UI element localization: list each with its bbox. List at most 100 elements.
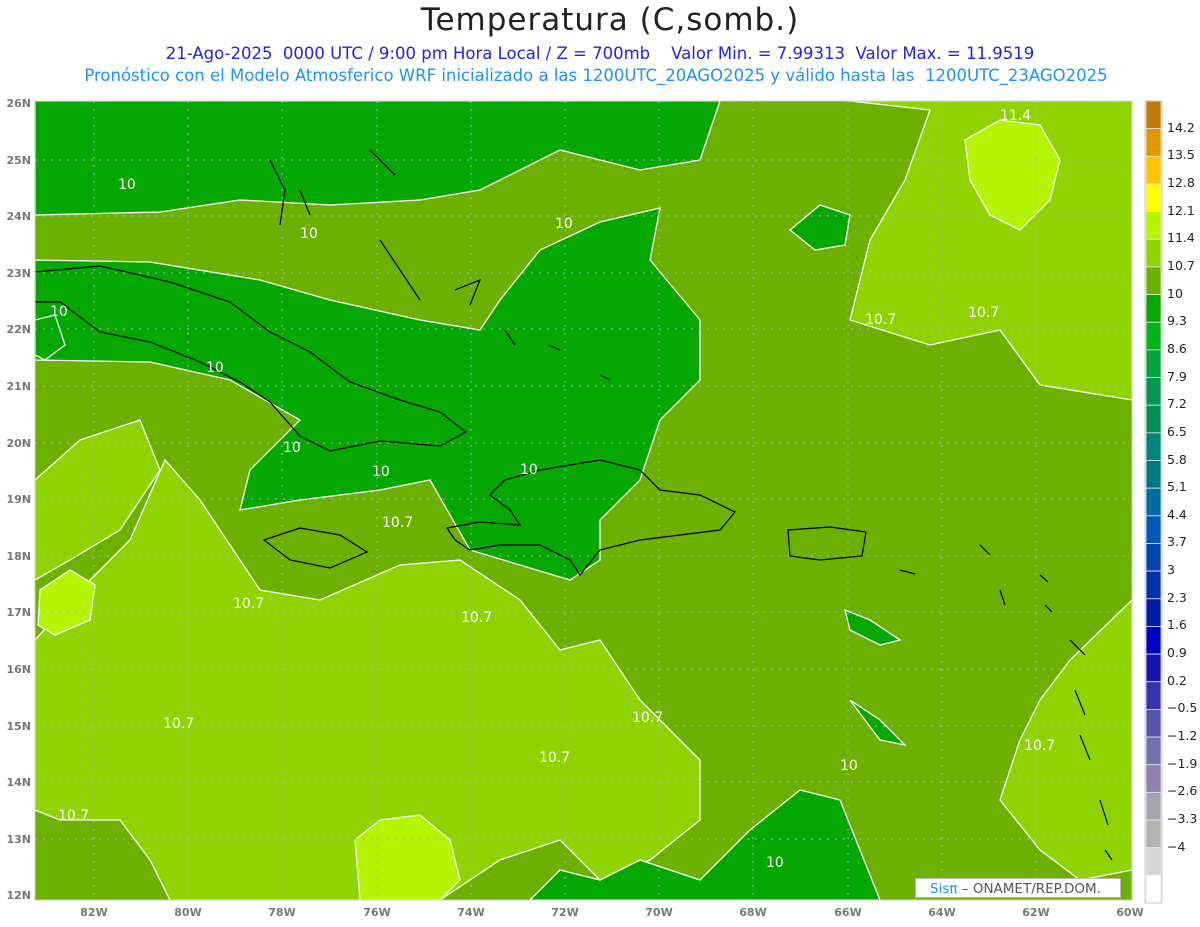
colorbar-swatch — [1145, 238, 1162, 268]
colorbar-swatch — [1145, 155, 1162, 185]
colorbar-label: −3.3 — [1167, 811, 1198, 827]
colorbar-swatch — [1145, 598, 1162, 627]
lat-label: 20N — [6, 437, 31, 450]
colorbar-label: 7.2 — [1167, 396, 1187, 412]
colorbar-swatch — [1145, 100, 1162, 130]
colorbar-swatch — [1145, 653, 1162, 683]
colorbar-label: 0.2 — [1167, 672, 1187, 688]
lon-label: 74W — [457, 906, 484, 919]
lat-label: 13N — [6, 833, 31, 846]
colorbar-swatch — [1145, 266, 1162, 295]
colorbar-swatch — [1145, 183, 1162, 213]
lon-label: 64W — [928, 906, 955, 919]
colorbar-label: −2.6 — [1167, 783, 1198, 799]
contour-label: 10.7 — [632, 710, 663, 726]
lon-label: 66W — [834, 906, 861, 919]
colorbar-label: 3 — [1167, 562, 1175, 578]
colorbar-label: 3.7 — [1167, 534, 1187, 550]
credits-box: Sisπ – ONAMET/REP.DOM. — [915, 878, 1121, 898]
colorbar-swatch — [1145, 487, 1162, 517]
lat-label: 22N — [6, 323, 31, 336]
colorbar-label: −1.2 — [1167, 728, 1198, 744]
colorbar-swatch — [1145, 874, 1162, 904]
lat-label: 25N — [6, 154, 31, 167]
map-fields: 10 10 10 10 10 10 10 10 10 10 10.7 10.7 … — [35, 101, 1132, 900]
colorbar-swatch — [1145, 736, 1162, 766]
colorbar-swatch — [1145, 847, 1162, 876]
colorbar-swatch — [1145, 819, 1162, 849]
colorbar-label: 1.6 — [1167, 617, 1187, 633]
colorbar-swatch — [1145, 321, 1162, 351]
lat-label: 26N — [6, 97, 31, 110]
colorbar-swatch — [1145, 570, 1162, 600]
colorbar-label: 11.4 — [1167, 230, 1195, 246]
colorbar-swatch — [1145, 349, 1162, 378]
colorbar-label: 10 — [1167, 285, 1183, 301]
lat-label: 17N — [6, 606, 31, 619]
colorbar-swatch — [1145, 211, 1162, 240]
contour-label: 10 — [283, 440, 301, 456]
temperature-map: 10 10 10 10 10 10 10 10 10 10 10.7 10.7 … — [6, 97, 1163, 919]
colorbar-swatch — [1145, 294, 1162, 323]
lat-label: 18N — [6, 550, 31, 563]
contour-label: 11.4 — [1000, 108, 1031, 124]
lat-label: 15N — [6, 720, 31, 733]
colorbar-swatch — [1145, 543, 1162, 572]
latitude-axis: 12N 13N 14N 15N 16N 17N 18N 19N 20N 21N … — [6, 97, 31, 902]
contour-label: 10.7 — [865, 312, 896, 328]
colorbar-swatch — [1145, 709, 1162, 738]
colorbar-swatch — [1145, 128, 1162, 157]
lon-label: 80W — [174, 906, 201, 919]
sispi-logo: Sisπ — [930, 881, 958, 897]
lon-label: 82W — [80, 906, 107, 919]
colorbar-label: 13.5 — [1167, 147, 1195, 163]
lon-label: 68W — [739, 906, 766, 919]
colorbar-swatch — [1145, 681, 1162, 710]
lat-label: 23N — [6, 267, 31, 280]
contour-label: 10.7 — [163, 716, 194, 732]
colorbar-label: 5.8 — [1167, 451, 1187, 467]
contour-label: 10.7 — [58, 808, 89, 824]
colorbar-label: 2.3 — [1167, 589, 1187, 605]
contour-label: 10 — [118, 177, 136, 193]
contour-label: 10.7 — [1024, 738, 1055, 754]
colorbar-label: 9.3 — [1167, 313, 1187, 329]
colorbar — [1144, 100, 1163, 904]
lat-label: 24N — [6, 210, 31, 223]
colorbar-swatch — [1145, 515, 1162, 544]
contour-label: 10 — [766, 855, 784, 871]
lat-label: 21N — [6, 380, 31, 393]
contour-label: 10 — [300, 226, 318, 242]
colorbar-label: −0.5 — [1167, 700, 1198, 716]
colorbar-swatch — [1145, 460, 1162, 489]
colorbar-label: −1.9 — [1167, 755, 1198, 771]
colorbar-swatch — [1145, 377, 1162, 406]
colorbar-swatch — [1145, 404, 1162, 434]
lat-label: 19N — [6, 493, 31, 506]
colorbar-swatch — [1145, 764, 1162, 793]
lon-label: 70W — [645, 906, 672, 919]
contour-label: 10 — [840, 758, 858, 774]
lon-label: 62W — [1022, 906, 1049, 919]
colorbar-label: 12.8 — [1167, 174, 1195, 190]
contour-label: 10.7 — [382, 515, 413, 531]
contour-label: 10 — [206, 360, 224, 376]
contour-label: 10.7 — [539, 750, 570, 766]
lon-label: 76W — [363, 906, 390, 919]
lat-label: 16N — [6, 663, 31, 676]
contour-label: 10 — [50, 304, 68, 320]
lat-label: 14N — [6, 776, 31, 789]
contour-label: 10 — [372, 464, 390, 480]
colorbar-label: 0.9 — [1167, 645, 1187, 661]
lat-label: 12N — [6, 889, 31, 902]
contour-label: 10 — [520, 462, 538, 478]
contour-label: 10.7 — [233, 596, 264, 612]
colorbar-swatch — [1145, 626, 1162, 655]
contour-label: 10.7 — [968, 305, 999, 321]
colorbar-label: −4 — [1167, 838, 1186, 854]
colorbar-label: 12.1 — [1167, 202, 1195, 218]
colorbar-label: 14.2 — [1167, 119, 1195, 135]
colorbar-label: 6.5 — [1167, 423, 1187, 439]
lon-label: 60W — [1116, 906, 1143, 919]
colorbar-label: 4.4 — [1167, 506, 1187, 522]
